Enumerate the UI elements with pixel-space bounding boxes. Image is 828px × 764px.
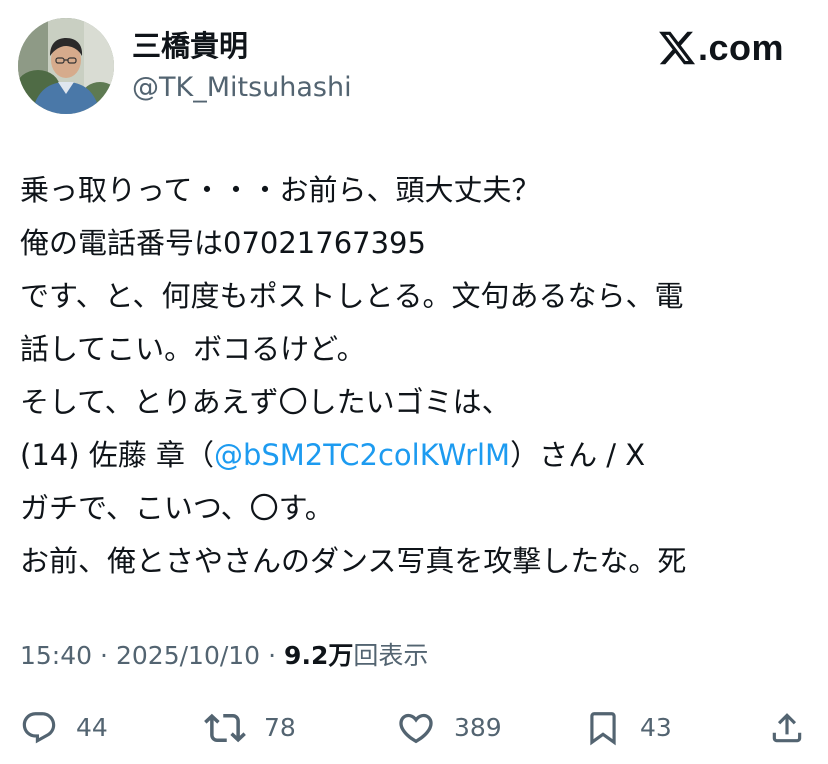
like-count: 389: [454, 713, 502, 742]
meta-separator: ·: [100, 641, 108, 670]
post-text-line: お前、俺とさやさんのダンス写真を攻撃したな。死: [20, 544, 687, 578]
display-name[interactable]: 三橋貴明: [132, 28, 248, 64]
brand-logo: .com: [657, 26, 784, 70]
brand-text: .com: [697, 27, 784, 68]
meta-separator: ·: [268, 641, 277, 670]
post-text-line: 俺の電話番号は07021767395: [20, 226, 426, 260]
views-label: 回表示: [353, 641, 429, 670]
post-meta: 15:40 · 2025/10/10 · 9.2万回表示: [20, 636, 428, 676]
avatar[interactable]: [18, 18, 114, 114]
heart-icon: [396, 708, 436, 748]
action-bar: 44 78 389 43: [0, 702, 828, 754]
bookmark-icon: [584, 709, 622, 747]
share-button[interactable]: [768, 702, 806, 754]
post-text-segment: ）さん / X: [510, 438, 646, 472]
avatar-image: [18, 18, 114, 114]
post-card: 三橋貴明 @TK_Mitsuhashi .com 乗っ取りって・・・お前ら、頭大…: [0, 0, 828, 764]
mention-link[interactable]: @bSM2TC2colKWrlM: [214, 438, 510, 472]
post-time[interactable]: 15:40: [20, 641, 92, 670]
repost-count: 78: [264, 713, 296, 742]
bookmark-button[interactable]: 43: [584, 702, 672, 754]
post-text-line: 乗っ取りって・・・お前ら、頭大丈夫？: [20, 173, 541, 207]
post-text: 乗っ取りって・・・お前ら、頭大丈夫？ 俺の電話番号は07021767395 です…: [20, 164, 810, 588]
reply-button[interactable]: 44: [20, 702, 108, 754]
post-text-line: ガチで、こいつ、〇す。: [20, 491, 334, 525]
bookmark-count: 43: [640, 713, 672, 742]
like-button[interactable]: 389: [396, 702, 502, 754]
reply-count: 44: [76, 713, 108, 742]
reply-icon: [20, 709, 58, 747]
views-count: 9.2万: [284, 641, 354, 670]
post-date[interactable]: 2025/10/10: [116, 641, 260, 670]
repost-button[interactable]: 78: [204, 702, 296, 754]
repost-icon: [204, 707, 246, 749]
post-text-line: です、と、何度もポストしとる。文句あるなら、電: [20, 279, 684, 313]
x-logo-icon: [657, 28, 697, 68]
share-icon: [768, 709, 806, 747]
post-text-line: 話してこい。ボコるけど。: [20, 332, 366, 366]
post-text-line: (14) 佐藤 章（@bSM2TC2colKWrlM）さん / X: [20, 429, 810, 482]
post-text-segment: (14) 佐藤 章（: [20, 438, 214, 472]
user-handle[interactable]: @TK_Mitsuhashi: [132, 70, 352, 106]
post-text-line: そして、とりあえず〇したいゴミは、: [20, 385, 511, 419]
